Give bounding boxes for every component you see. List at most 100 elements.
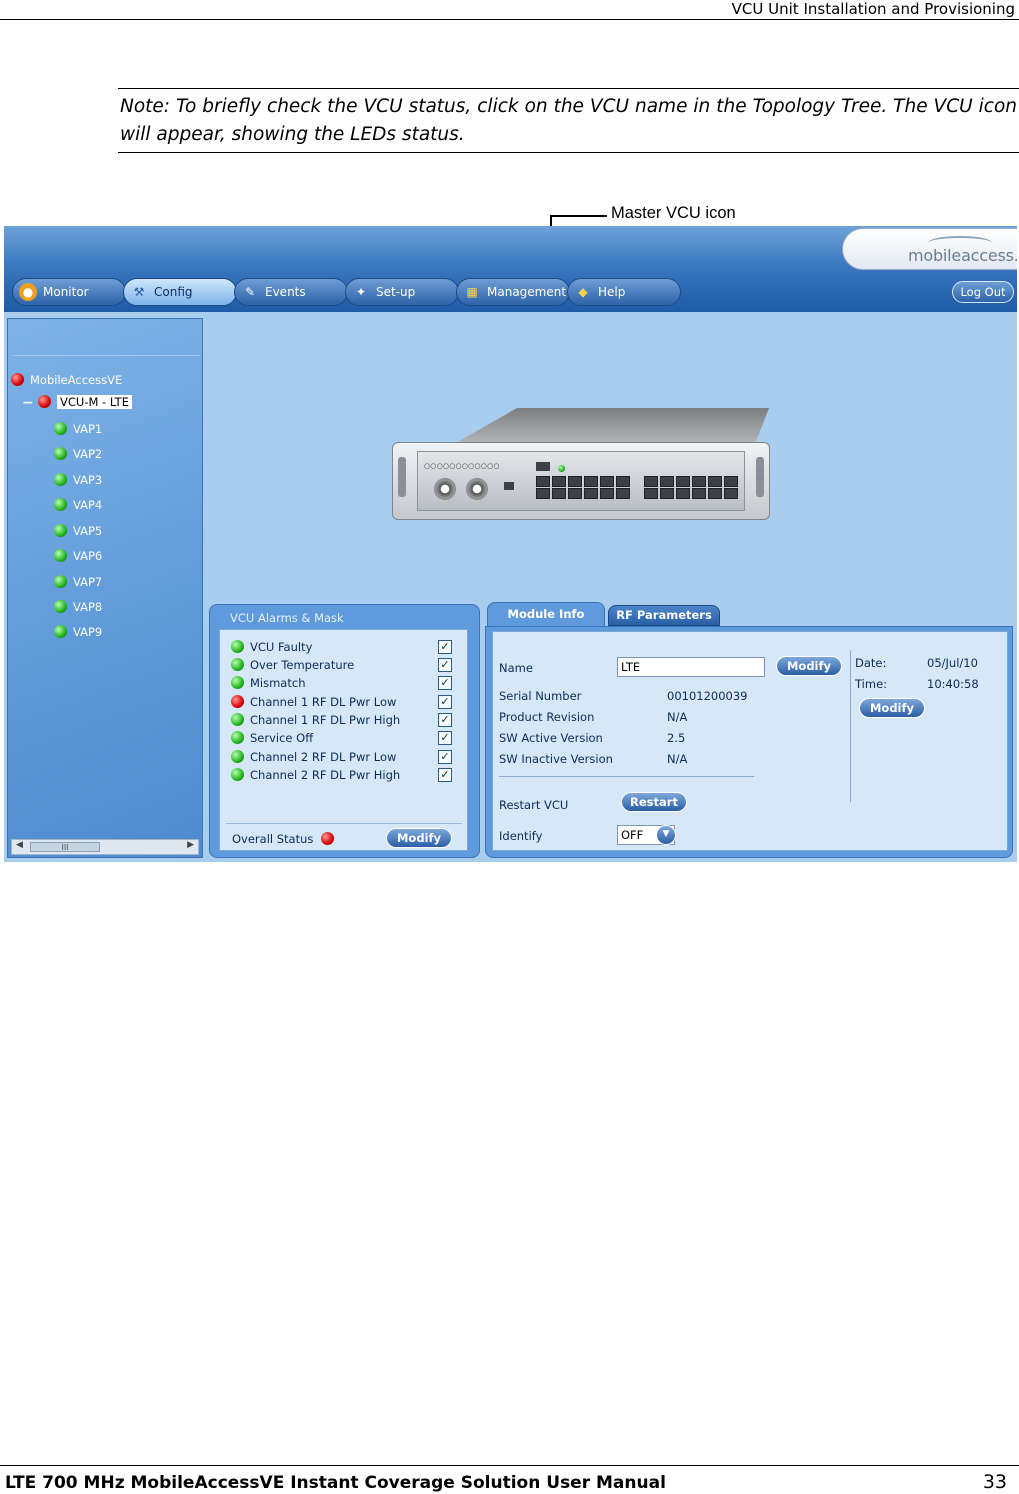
name-modify-button[interactable]: Modify [776,656,842,676]
book-icon: ◆ [578,285,588,299]
tab-setup[interactable]: ✦ Set-up [345,278,459,306]
alarm-row: Over Temperature [231,657,354,675]
tab-management[interactable]: ▦ Management [456,278,570,306]
tree-item-vap2[interactable]: VAP2 [54,446,102,462]
master-vcu-icon[interactable]: ○○○○○○○○○○○○ [392,442,770,520]
alarm-mask-checkbox[interactable]: ✓ [438,768,452,782]
rj45-port-icon [584,488,598,499]
globe-icon: ● [19,283,37,301]
alarm-row: Channel 2 RF DL Pwr High [231,767,400,785]
rj45-port-icon [724,488,738,499]
identify-select[interactable]: OFF ▼ [617,825,676,845]
tree-item-root[interactable]: MobileAccessVE [11,372,122,388]
tab-monitor[interactable]: ● Monitor [12,278,126,306]
scroll-thumb[interactable]: III [30,842,100,852]
green-led-icon [231,768,244,781]
alarm-mask-checkbox[interactable]: ✓ [438,750,452,764]
tree-vap-label: VAP2 [73,447,103,461]
tree-item-vap5[interactable]: VAP5 [54,523,102,539]
tree-item-vcu[interactable]: VCU-M - LTE [38,394,132,410]
identify-label: Identify [499,829,543,843]
red-led-icon [38,395,51,408]
sw-active-version-label: SW Active Version [499,731,603,745]
chart-icon: ▦ [466,285,478,299]
alarm-mask-checkbox[interactable]: ✓ [438,713,452,727]
logo: mobileaccess. [908,246,1017,265]
tree-item-vap4[interactable]: VAP4 [54,497,102,513]
rj45-port-icon [600,488,614,499]
alarm-row: Mismatch [231,675,305,693]
green-led-icon [54,549,67,562]
tree-vap-label: VAP7 [73,575,103,589]
tree-vap-label: VAP6 [73,549,103,563]
tree-item-vap8[interactable]: VAP8 [54,599,102,615]
rj45-port-icon [692,476,706,487]
datetime-modify-button[interactable]: Modify [859,698,925,718]
tree-item-vap7[interactable]: VAP7 [54,574,102,590]
rj45-port-icon [644,488,658,499]
rj45-port-icon [676,488,690,499]
rj45-port-icon [708,488,722,499]
top-navigation-bar: mobileaccess. ● Monitor ⚒ Config ✎ Event… [4,226,1017,312]
alarms-panel-title: VCU Alarms & Mask [230,611,344,625]
time-value: 10:40:58 [927,677,979,691]
scroll-right-icon[interactable]: ▶ [187,840,194,850]
tab-config[interactable]: ⚒ Config [123,278,237,306]
red-led-icon [231,695,244,708]
green-led-icon [231,676,244,689]
alarm-row: Channel 1 RF DL Pwr High [231,712,400,730]
tab-events-label: Events [265,285,306,299]
chevron-down-icon[interactable]: ▼ [656,825,676,845]
tree-divider [12,355,200,356]
green-led-icon [231,640,244,653]
tab-events[interactable]: ✎ Events [234,278,348,306]
device-status-led-icon [558,465,565,472]
tree-vap-label: VAP1 [73,422,103,436]
tab-help-label: Help [598,285,626,299]
rj45-port-icon [584,476,598,487]
topology-tree: MobileAccessVE − VCU-M - LTE VAP1 VAP2 V… [7,318,203,858]
restart-button[interactable]: Restart [621,792,687,812]
alarm-mask-checkbox[interactable]: ✓ [438,640,452,654]
alarm-mask-checkbox[interactable]: ✓ [438,658,452,672]
rj45-port-icon [568,476,582,487]
alarm-mask-checkbox[interactable]: ✓ [438,731,452,745]
overall-status-label: Overall Status [232,832,314,846]
rf-port-icon [434,478,456,500]
name-label: Name [499,661,533,675]
tab-rf-parameters[interactable]: RF Parameters [608,605,720,626]
tree-vap-label: VAP5 [73,524,103,538]
alarms-panel: VCU Alarms & Mask VCU Faulty ✓ Over Temp… [209,604,480,858]
name-field[interactable]: LTE [617,657,765,677]
logout-button[interactable]: Log Out [952,281,1014,303]
alarms-list: VCU Faulty ✓ Over Temperature ✓ Mismatch… [219,629,468,851]
device-front-panel: ○○○○○○○○○○○○ [417,451,745,511]
rj45-port-icon [660,476,674,487]
tab-module-info[interactable]: Module Info [487,602,605,626]
scroll-left-icon[interactable]: ◀ [16,840,23,850]
rj45-port-icon [536,476,550,487]
alarms-divider [226,823,462,824]
tree-item-vap9[interactable]: VAP9 [54,624,102,640]
green-led-icon [54,600,67,613]
alarm-mask-checkbox[interactable]: ✓ [438,676,452,690]
tab-monitor-label: Monitor [43,285,89,299]
green-led-icon [54,473,67,486]
overall-status: Overall Status [232,832,340,846]
tree-vap-label: VAP4 [73,498,103,512]
sw-inactive-version-label: SW Inactive Version [499,752,613,766]
tree-item-vap6[interactable]: VAP6 [54,548,102,564]
collapse-icon[interactable]: − [22,395,34,411]
green-led-icon [231,750,244,763]
tree-item-vap3[interactable]: VAP3 [54,472,102,488]
tab-help[interactable]: ◆ Help [567,278,681,306]
app-window: mobileaccess. ● Monitor ⚒ Config ✎ Event… [4,226,1017,862]
sw-active-version-value: 2.5 [667,731,686,745]
horizontal-scrollbar[interactable]: ◀ III ▶ [11,839,199,855]
red-led-icon [321,832,335,845]
tree-item-vap1[interactable]: VAP1 [54,421,102,437]
rj45-port-icon [676,476,690,487]
alarm-mask-checkbox[interactable]: ✓ [438,695,452,709]
alarms-modify-button[interactable]: Modify [386,828,452,848]
green-led-icon [231,713,244,726]
